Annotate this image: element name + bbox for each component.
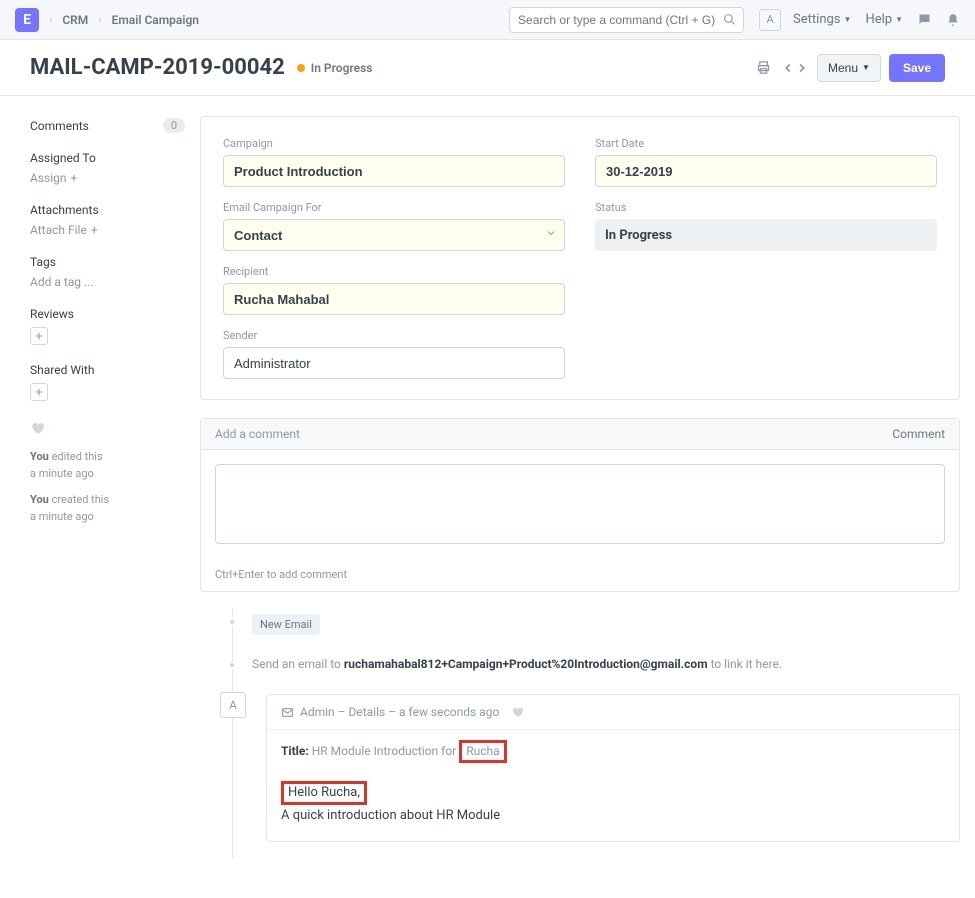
status-field: In Progress <box>595 219 937 251</box>
new-email-button[interactable]: New Email <box>252 614 320 635</box>
sidebar-item-comments[interactable]: Comments <box>30 119 89 133</box>
help-link[interactable]: Help▼ <box>865 12 903 27</box>
add-comment-label: Add a comment <box>215 427 300 441</box>
breadcrumb-crm[interactable]: CRM <box>62 13 88 27</box>
bell-icon[interactable] <box>946 13 960 27</box>
start-date-field[interactable] <box>595 155 937 187</box>
assign-button[interactable]: Assign + <box>30 171 185 185</box>
email-title: Title: HR Module Introduction for Rucha <box>267 730 959 773</box>
email-campaign-for-label: Email Campaign For <box>223 201 565 214</box>
plus-icon: + <box>71 171 78 185</box>
status-label: Status <box>595 201 937 214</box>
status-dot-icon <box>297 64 305 72</box>
chevron-down-icon <box>545 227 557 239</box>
page-title: MAIL-CAMP-2019-00042 <box>30 55 285 80</box>
email-body: Hello Rucha, A quick introduction about … <box>267 773 959 841</box>
prev-record-icon[interactable] <box>781 61 795 75</box>
heart-icon[interactable] <box>30 421 185 435</box>
campaign-field[interactable] <box>223 155 565 187</box>
email-meta[interactable]: Admin – Details – a few seconds ago <box>300 705 499 719</box>
plus-icon: + <box>91 223 98 237</box>
highlight-box: Hello Rucha, <box>281 781 367 805</box>
assigned-to-label: Assigned To <box>30 151 185 165</box>
app-logo[interactable]: E <box>15 8 39 32</box>
chevron-right-icon: › <box>49 13 52 26</box>
comment-textarea[interactable] <box>215 464 945 544</box>
chat-icon[interactable] <box>917 12 932 27</box>
email-campaign-for-select[interactable] <box>223 219 565 251</box>
recipient-label: Recipient <box>223 265 565 278</box>
avatar[interactable]: A <box>759 9 781 31</box>
heart-icon[interactable] <box>511 706 523 718</box>
status-badge: In Progress <box>311 61 373 75</box>
mail-icon <box>281 706 294 719</box>
search-input[interactable] <box>509 7 744 33</box>
sender-label: Sender <box>223 329 565 342</box>
campaign-label: Campaign <box>223 137 565 150</box>
next-record-icon[interactable] <box>795 61 809 75</box>
recipient-field[interactable] <box>223 283 565 315</box>
reviews-label: Reviews <box>30 307 185 321</box>
comments-count-badge: 0 <box>163 118 185 133</box>
activity-log-item: You created this a minute ago <box>30 492 185 525</box>
add-tag-button[interactable]: Add a tag ... <box>30 275 185 289</box>
avatar: A <box>220 692 246 718</box>
add-review-button[interactable]: + <box>30 327 48 345</box>
settings-link[interactable]: Settings▼ <box>793 12 851 27</box>
save-button[interactable]: Save <box>889 54 945 82</box>
comment-button[interactable]: Comment <box>892 427 945 441</box>
attach-file-button[interactable]: Attach File + <box>30 223 185 237</box>
search-icon[interactable] <box>723 13 736 26</box>
breadcrumb-email-campaign[interactable]: Email Campaign <box>112 13 199 27</box>
menu-button[interactable]: Menu▼ <box>817 54 881 82</box>
timeline-hint: Send an email to ruchamahabal812+Campaig… <box>252 657 782 671</box>
add-share-button[interactable]: + <box>30 383 48 401</box>
timeline-dot-icon <box>228 618 236 626</box>
attachments-label: Attachments <box>30 203 185 217</box>
print-icon[interactable] <box>754 58 773 77</box>
activity-log-item: You edited this a minute ago <box>30 449 185 482</box>
start-date-label: Start Date <box>595 137 937 150</box>
tags-label: Tags <box>30 255 185 269</box>
comment-hint: Ctrl+Enter to add comment <box>201 562 959 591</box>
highlight-box: Rucha <box>459 740 506 763</box>
shared-with-label: Shared With <box>30 363 185 377</box>
sender-field[interactable] <box>223 347 565 379</box>
timeline-dot-icon <box>228 661 236 669</box>
chevron-right-icon: › <box>98 13 101 26</box>
